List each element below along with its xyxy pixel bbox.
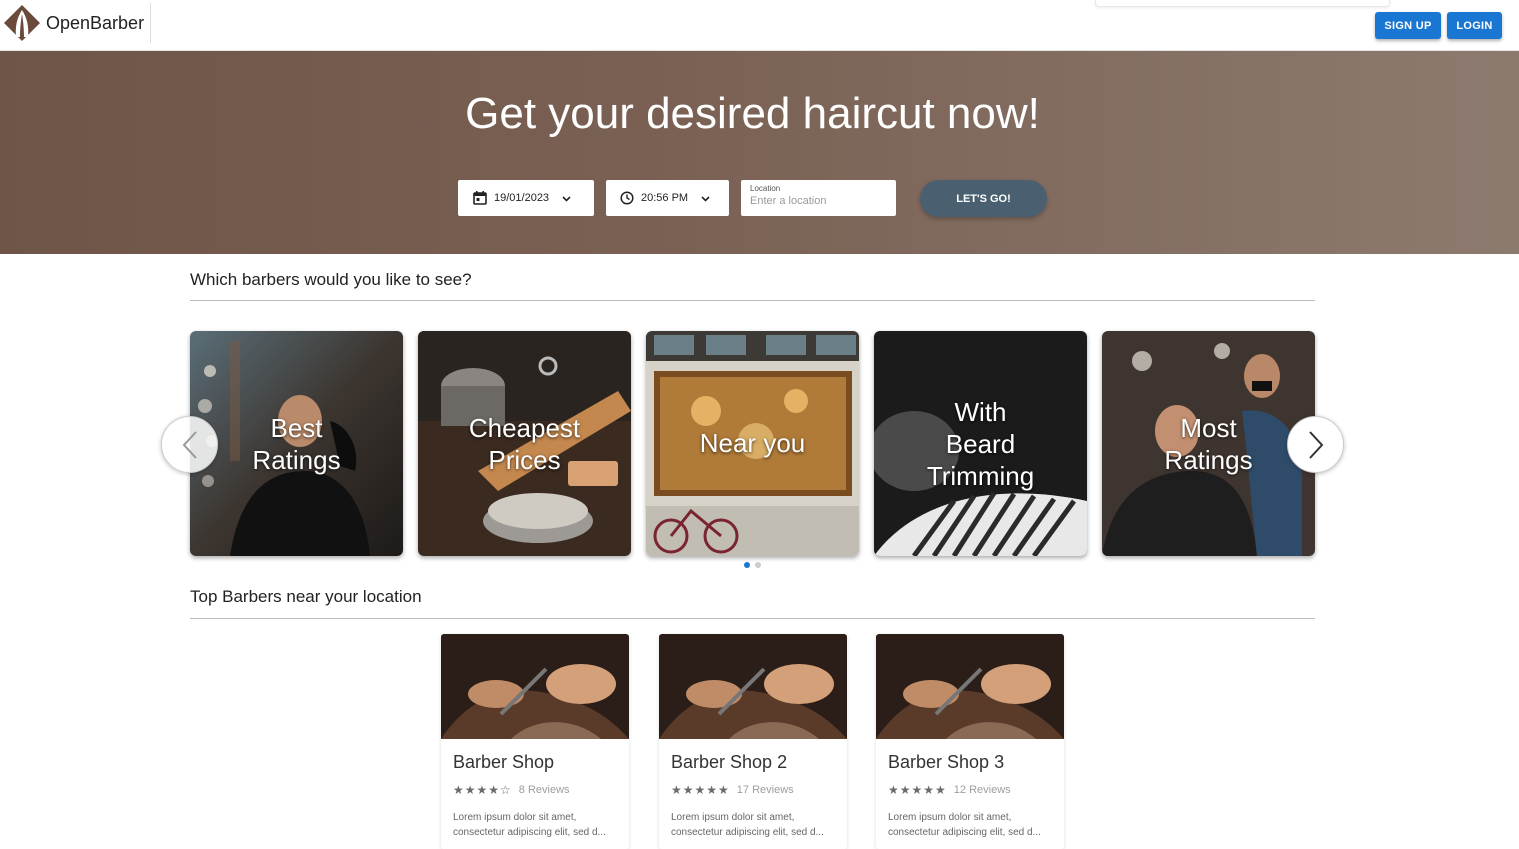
- shop-photo-image: [876, 634, 1064, 739]
- chevron-right-icon: [1308, 430, 1323, 459]
- top-barbers-heading: Top Barbers near your location: [190, 587, 422, 606]
- divider: [190, 618, 1315, 619]
- shop-rating: ★★★★★ 17 Reviews: [671, 783, 794, 797]
- calendar-icon: [473, 191, 487, 205]
- barber-shop-card[interactable]: Barber Shop ★★★★☆ 8 Reviews Lorem ipsum …: [441, 634, 629, 849]
- shop-photo-image: [441, 634, 629, 739]
- carousel-dot-1[interactable]: [744, 562, 750, 568]
- chevron-left-icon: [182, 430, 197, 459]
- review-count: 12 Reviews: [953, 784, 1011, 796]
- openbarber-logo-icon: [4, 5, 40, 41]
- category-card-near-you[interactable]: Near you: [646, 331, 859, 556]
- login-button[interactable]: LOGIN: [1447, 12, 1502, 39]
- shop-description: Lorem ipsum dolor sit amet, consectetur …: [671, 812, 824, 838]
- hero-banner: Get your desired haircut now! 19/01/2023…: [0, 51, 1519, 254]
- shop-name[interactable]: Barber Shop: [453, 752, 554, 773]
- location-input[interactable]: [750, 195, 880, 207]
- chevron-down-icon: [701, 195, 710, 202]
- shop-description: Lorem ipsum dolor sit amet, consectetur …: [888, 812, 1041, 838]
- time-value: 20:56 PM: [641, 192, 689, 204]
- carousel-dot-2[interactable]: [755, 562, 761, 568]
- lets-go-button[interactable]: LET'S GO!: [920, 180, 1047, 217]
- carousel-prev-button[interactable]: [161, 416, 218, 473]
- clock-icon: [620, 191, 634, 205]
- star-rating-icon: ★★★★★: [671, 783, 730, 797]
- brand-name: OpenBarber: [46, 12, 145, 33]
- brand[interactable]: OpenBarber: [3, 3, 152, 43]
- barber-shop-card[interactable]: Barber Shop 2 ★★★★★ 17 Reviews Lorem ips…: [659, 634, 847, 849]
- shop-name[interactable]: Barber Shop 2: [671, 752, 787, 773]
- location-label: Location: [750, 184, 781, 193]
- collapsed-panel: [1095, 0, 1390, 7]
- category-label: Near you: [699, 428, 806, 458]
- location-field[interactable]: Location: [741, 180, 896, 216]
- category-label: Most Ratings: [1164, 413, 1253, 475]
- barber-shop-card[interactable]: Barber Shop 3 ★★★★★ 12 Reviews Lorem ips…: [876, 634, 1064, 849]
- shop-description: Lorem ipsum dolor sit amet, consectetur …: [453, 812, 606, 838]
- category-card-cheapest-prices[interactable]: Cheapest Prices: [418, 331, 631, 556]
- star-rating-icon: ★★★★★: [888, 783, 947, 797]
- shop-name[interactable]: Barber Shop 3: [888, 752, 1004, 773]
- divider: [190, 300, 1315, 301]
- categories-heading: Which barbers would you like to see?: [190, 270, 472, 289]
- shop-rating: ★★★★★ 12 Reviews: [888, 783, 1011, 797]
- category-card-most-ratings[interactable]: Most Ratings: [1102, 331, 1315, 556]
- category-label: Best Ratings: [252, 413, 341, 475]
- time-picker[interactable]: 20:56 PM: [606, 180, 729, 216]
- star-rating-icon: ★★★★☆: [453, 783, 512, 797]
- review-count: 8 Reviews: [518, 784, 570, 796]
- chevron-down-icon: [562, 195, 571, 202]
- category-card-beard-trimming[interactable]: With Beard Trimming: [874, 331, 1087, 556]
- carousel-pagination: [744, 562, 761, 568]
- date-picker[interactable]: 19/01/2023: [458, 180, 594, 216]
- carousel-next-button[interactable]: [1287, 416, 1344, 473]
- review-count: 17 Reviews: [736, 784, 794, 796]
- top-navbar: OpenBarber SIGN UP LOGIN: [0, 0, 1519, 51]
- category-card-best-ratings[interactable]: Best Ratings: [190, 331, 403, 556]
- date-value: 19/01/2023: [494, 192, 550, 204]
- shop-rating: ★★★★☆ 8 Reviews: [453, 783, 570, 797]
- signup-button[interactable]: SIGN UP: [1375, 12, 1441, 39]
- hero-title: Get your desired haircut now!: [465, 89, 1040, 138]
- category-label: Cheapest Prices: [468, 413, 581, 475]
- category-label: With Beard Trimming: [926, 397, 1035, 491]
- shop-photo-image: [659, 634, 847, 739]
